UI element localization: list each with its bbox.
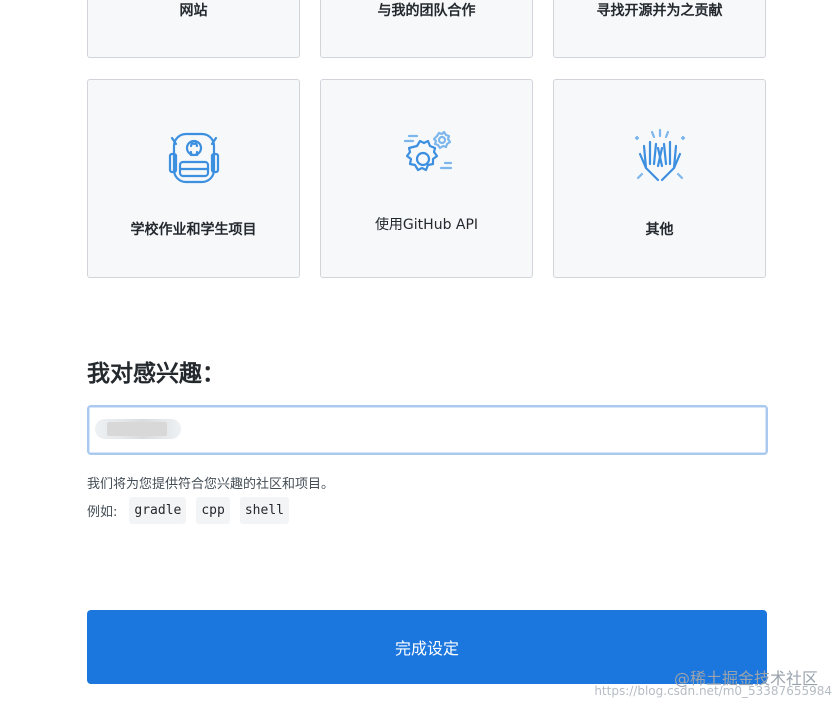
example-chip-cpp[interactable]: cpp [196,497,230,524]
interests-hint: 我们将为您提供符合您兴趣的社区和项目。 [87,477,335,492]
card-open-source[interactable]: 寻找开源并为之贡献 [553,0,766,58]
card-label: 网站 [179,3,208,19]
card-label: 其他 [645,222,674,238]
interests-input[interactable] [89,407,766,453]
example-chip-shell[interactable]: shell [239,497,289,524]
backpack-icon [168,132,219,184]
example-chip-gradle[interactable]: gradle [129,497,187,524]
watermark-url: https://blog.csdn.net/m0_53387655984 [594,684,832,698]
complete-setup-button[interactable]: 完成设定 [87,610,767,684]
examples-row: 例如: gradle cpp shell [87,497,299,524]
examples-label: 例如: [87,505,118,520]
card-school-projects[interactable]: 学校作业和学生项目 [87,79,300,278]
card-website[interactable]: 网站 [87,0,300,58]
card-team[interactable]: 与我的团队合作 [320,0,533,58]
interests-heading: 我对感兴趣： [87,361,225,387]
card-github-api[interactable]: 使用GitHub API [320,79,533,278]
card-label: 学校作业和学生项目 [130,222,257,238]
gears-icon [403,130,452,172]
card-label: 使用GitHub API [374,217,479,233]
card-label: 寻找开源并为之贡献 [596,3,723,19]
interests-input-wrapper[interactable] [87,405,768,455]
high-five-icon [634,128,685,182]
onboarding-page: 网站 与我的团队合作 寻找开源并为之贡献 学校作业和学生项目 使用GitHub … [0,0,840,707]
card-other[interactable]: 其他 [553,79,766,278]
card-label: 与我的团队合作 [377,3,476,19]
